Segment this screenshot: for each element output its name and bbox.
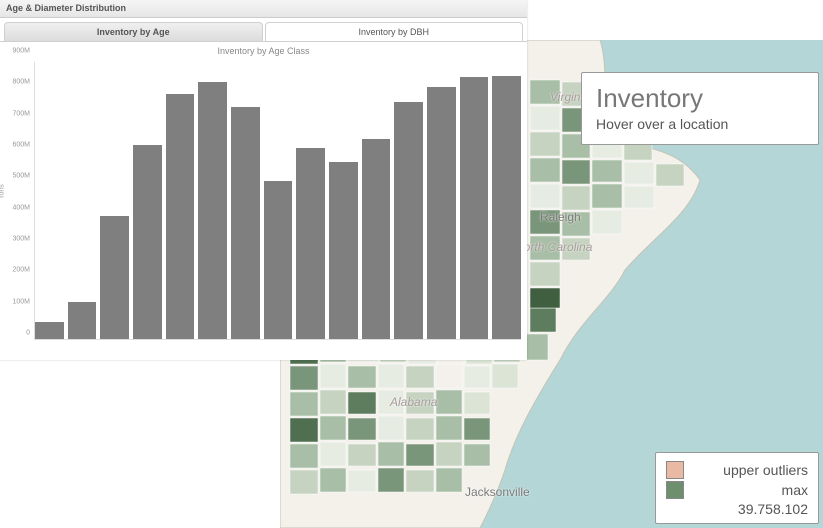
- bar[interactable]: [264, 181, 293, 340]
- legend-label-max: max: [692, 482, 808, 498]
- bar[interactable]: [460, 77, 489, 339]
- y-tick: 900M: [12, 48, 30, 55]
- tab-label: Inventory by Age: [97, 27, 170, 37]
- bar[interactable]: [492, 76, 521, 339]
- legend-swatch-max: [666, 481, 684, 499]
- y-axis: Tons 0100M200M300M400M500M600M700M800M90…: [0, 58, 32, 340]
- bar[interactable]: [68, 302, 97, 339]
- bar[interactable]: [100, 216, 129, 339]
- bar[interactable]: [394, 102, 423, 339]
- y-tick: 100M: [12, 298, 30, 305]
- y-tick: 200M: [12, 267, 30, 274]
- bars-container: [34, 62, 521, 340]
- popup-subtitle: Hover over a location: [596, 116, 804, 132]
- bar[interactable]: [166, 94, 195, 339]
- bar[interactable]: [296, 148, 325, 339]
- y-tick: 600M: [12, 142, 30, 149]
- legend-max-value: 39.758.102: [666, 501, 808, 517]
- panel-title: Age & Diameter Distribution: [6, 3, 126, 13]
- legend-row-max: max: [666, 481, 808, 499]
- bar[interactable]: [133, 145, 162, 339]
- bar[interactable]: [362, 139, 391, 339]
- y-tick: 700M: [12, 110, 30, 117]
- y-tick: 0: [26, 330, 30, 337]
- bar[interactable]: [427, 87, 456, 339]
- chart-area: Tons 0100M200M300M400M500M600M700M800M90…: [0, 58, 527, 358]
- bar[interactable]: [231, 107, 260, 339]
- y-axis-title: Tons: [0, 184, 6, 199]
- y-tick: 800M: [12, 79, 30, 86]
- legend-swatch-outliers: [666, 461, 684, 479]
- y-tick: 500M: [12, 173, 30, 180]
- panel-titlebar: Age & Diameter Distribution: [0, 0, 527, 18]
- tab-inventory-by-dbh[interactable]: Inventory by DBH: [265, 22, 524, 41]
- tab-label: Inventory by DBH: [358, 27, 429, 37]
- popup-title: Inventory: [596, 83, 804, 114]
- chart-panel: Age & Diameter Distribution Inventory by…: [0, 0, 527, 360]
- chart-title: Inventory by Age Class: [0, 42, 527, 58]
- bar[interactable]: [35, 322, 64, 339]
- inventory-popup: Inventory Hover over a location: [581, 72, 819, 145]
- y-tick: 300M: [12, 236, 30, 243]
- legend-row-outliers: upper outliers: [666, 461, 808, 479]
- bar[interactable]: [329, 162, 358, 339]
- map-legend: upper outliers max 39.758.102: [655, 452, 819, 524]
- y-tick: 400M: [12, 204, 30, 211]
- bar[interactable]: [198, 82, 227, 339]
- tab-row: Inventory by Age Inventory by DBH: [0, 18, 527, 42]
- tab-inventory-by-age[interactable]: Inventory by Age: [4, 22, 263, 41]
- legend-label-outliers: upper outliers: [692, 462, 808, 478]
